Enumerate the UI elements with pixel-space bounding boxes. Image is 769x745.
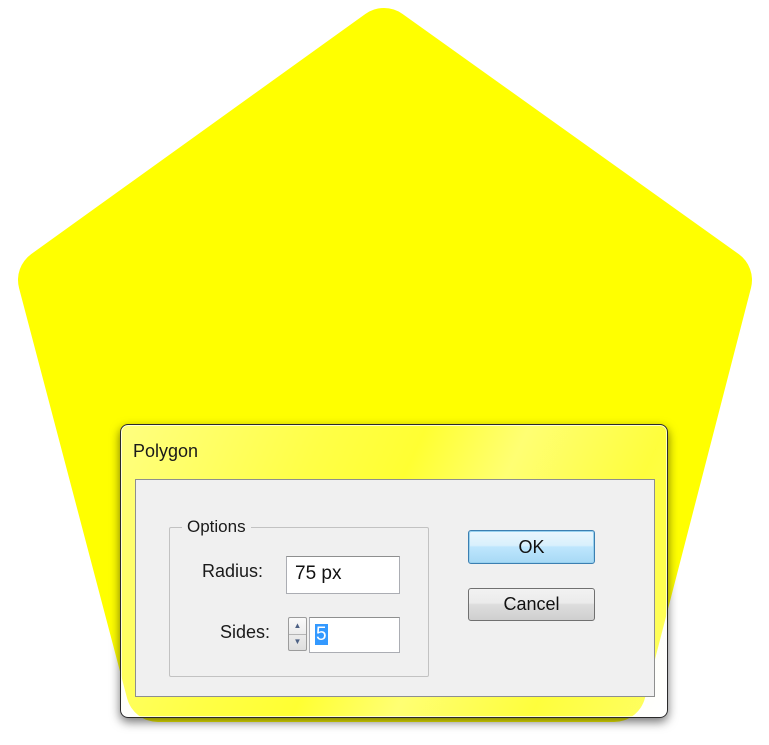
options-group-label: Options [182, 517, 251, 537]
dialog-title: Polygon [133, 441, 199, 461]
dialog-title-bar[interactable]: Polygon [121, 425, 667, 475]
dialog-client-area: Options Radius: 75 px Sides: ▲ ▼ 5 OK Ca… [135, 479, 655, 697]
sides-selected-value: 5 [315, 624, 328, 645]
spin-down-arrow-icon[interactable]: ▼ [289, 634, 306, 650]
spin-up-arrow-icon[interactable]: ▲ [289, 618, 306, 635]
options-groupbox: Options Radius: 75 px Sides: ▲ ▼ 5 [169, 517, 429, 677]
ok-button[interactable]: OK [468, 530, 595, 564]
sides-spinner[interactable]: ▲ ▼ [288, 617, 307, 651]
sides-input[interactable]: 5 [309, 617, 400, 653]
radius-input[interactable]: 75 px [286, 556, 400, 594]
radius-label: Radius: [202, 561, 264, 581]
cancel-button[interactable]: Cancel [468, 588, 595, 621]
polygon-dialog: Polygon Options Radius: 75 px Sides: ▲ ▼… [120, 424, 668, 718]
sides-label: Sides: [220, 622, 271, 642]
